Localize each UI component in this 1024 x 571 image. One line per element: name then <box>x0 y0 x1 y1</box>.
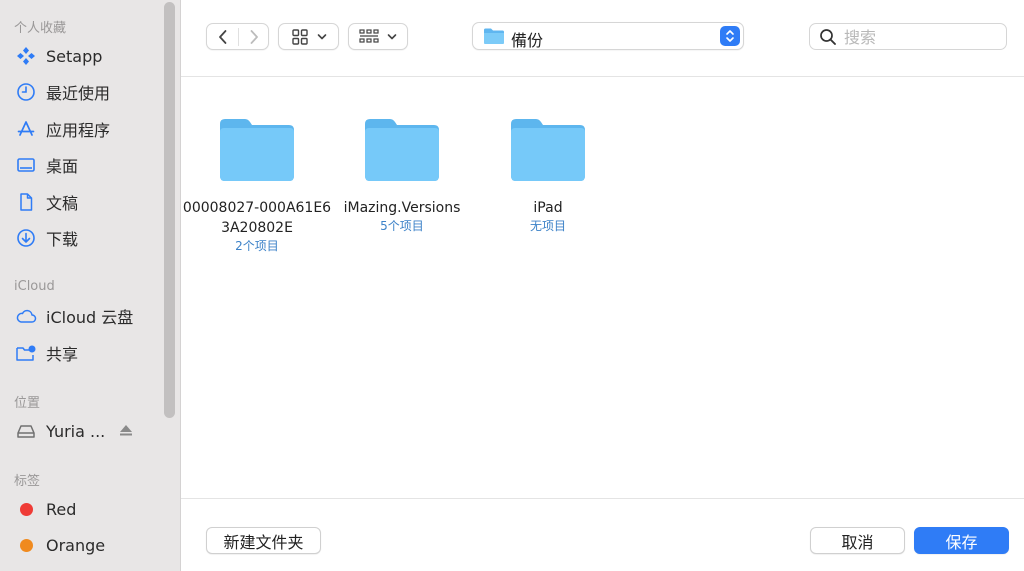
download-icon <box>14 226 38 250</box>
sidebar-item-setapp[interactable]: Setapp <box>14 42 162 70</box>
chevron-down-icon <box>317 33 326 39</box>
chevron-down-icon <box>387 33 397 39</box>
sidebar-scrollbar[interactable] <box>164 2 175 418</box>
folder-icon <box>511 119 585 181</box>
shared-folder-icon <box>14 341 38 365</box>
folder-icon <box>220 119 294 181</box>
folder-item-count: 2个项目 <box>235 239 279 253</box>
search-icon <box>820 29 836 45</box>
back-button[interactable] <box>207 24 238 49</box>
folder-item-count: 5个项目 <box>380 219 424 233</box>
cloud-icon <box>14 304 38 328</box>
sidebar-item-icloud-drive[interactable]: iCloud 云盘 <box>14 302 162 330</box>
forward-button[interactable] <box>239 24 269 49</box>
folder-item[interactable]: iMazing.Versions 5个项目 <box>327 116 477 235</box>
sidebar-item-label: Red <box>46 499 77 519</box>
location-popup[interactable]: 備份 <box>472 22 744 50</box>
group-by-button[interactable] <box>348 23 408 50</box>
folder-icon <box>365 119 439 181</box>
chevron-right-icon <box>250 29 258 44</box>
nav-back-forward <box>206 23 269 50</box>
chevron-left-icon <box>218 29 226 44</box>
sidebar-item-label: Setapp <box>46 46 103 66</box>
group-grid-icon <box>359 28 379 43</box>
sidebar-item-shared[interactable]: 共享 <box>14 339 162 367</box>
view-mode-button[interactable] <box>278 23 339 50</box>
sidebar-item-desktop[interactable]: 桌面 <box>14 151 162 179</box>
folder-item[interactable]: 00008027-000A61E63A20802E 2个项目 <box>182 116 332 255</box>
sidebar-item-label: 应用程序 <box>46 121 111 140</box>
folder-name: iPad <box>533 200 563 216</box>
clock-icon <box>14 80 38 104</box>
sidebar-item-documents[interactable]: 文稿 <box>14 188 162 216</box>
sidebar-item-label: iCloud 云盘 <box>46 308 134 327</box>
applications-icon <box>14 117 38 141</box>
tag-color-dot <box>14 497 38 521</box>
sidebar-item-downloads[interactable]: 下载 <box>14 224 162 252</box>
disk-icon <box>14 419 38 443</box>
sidebar-item-label: 文稿 <box>46 194 79 213</box>
folder-name: iMazing.Versions <box>343 200 461 216</box>
sidebar-item-disk[interactable]: Yuria ... <box>14 417 162 445</box>
search-input[interactable] <box>844 27 999 47</box>
sidebar-item-label: 共享 <box>46 345 79 364</box>
sidebar-item-label: 下载 <box>46 230 79 249</box>
search-field[interactable] <box>809 23 1007 50</box>
document-icon <box>14 190 38 214</box>
folder-item-count: 无项目 <box>529 219 566 233</box>
sidebar-section-tags: 标签 <box>14 474 41 489</box>
sidebar-item-label: 最近使用 <box>46 84 111 103</box>
folder-icon <box>484 28 504 44</box>
sidebar-item-label: Yuria ... <box>46 421 106 441</box>
sidebar-section-favorites: 个人收藏 <box>14 21 67 36</box>
sidebar-section-icloud: iCloud <box>14 279 55 294</box>
tag-color-dot <box>14 533 38 557</box>
folder-item[interactable]: iPad 无项目 <box>473 116 623 235</box>
grid-view-icon <box>291 28 308 45</box>
location-label: 備份 <box>511 31 544 50</box>
sidebar-item-applications[interactable]: 应用程序 <box>14 115 162 143</box>
eject-icon[interactable] <box>118 422 134 442</box>
sidebar: 个人收藏 Setapp 最近使用 应用程序 桌面 文稿 下载 iCloud iC… <box>0 0 181 571</box>
folder-name: 00008027-000A61E63A20802E <box>182 200 332 236</box>
sidebar-item-recents[interactable]: 最近使用 <box>14 78 162 106</box>
new-folder-button[interactable]: 新建文件夹 <box>206 527 321 554</box>
dialog-footer: 新建文件夹 取消 保存 <box>181 498 1024 571</box>
sidebar-section-locations: 位置 <box>14 396 41 411</box>
toolbar: 備份 <box>181 0 1024 77</box>
file-browser: 00008027-000A61E63A20802E 2个项目 iMazing.V… <box>181 78 1024 498</box>
desktop-icon <box>14 153 38 177</box>
setapp-icon <box>14 44 38 68</box>
sidebar-item-tag-red[interactable]: Red <box>14 495 162 523</box>
cancel-button[interactable]: 取消 <box>810 527 905 554</box>
sidebar-item-label: 桌面 <box>46 157 79 176</box>
sidebar-item-label: Orange <box>46 535 106 555</box>
sidebar-item-tag-orange[interactable]: Orange <box>14 531 162 559</box>
save-button[interactable]: 保存 <box>914 527 1009 554</box>
up-down-chevron-icon <box>720 26 740 46</box>
